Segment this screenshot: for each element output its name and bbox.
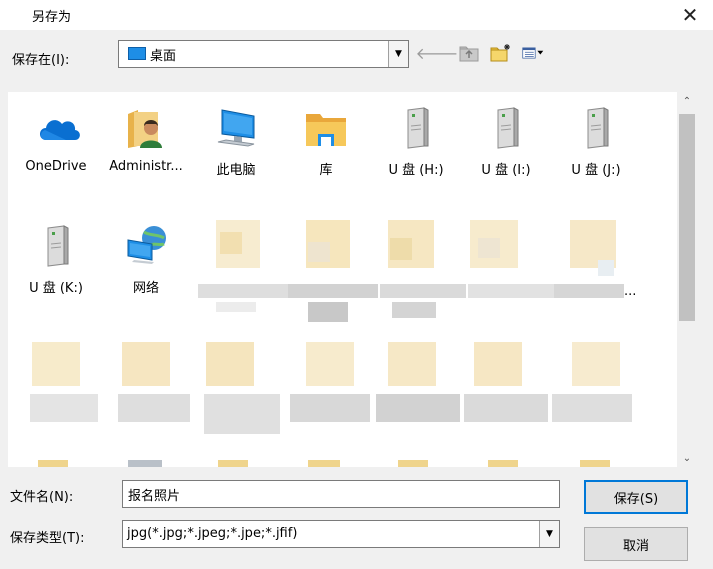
window-title: 另存为 (32, 10, 72, 25)
list-item[interactable]: U 盘 (J:) (553, 106, 639, 190)
scroll-down-icon[interactable]: ⌄ (677, 449, 697, 467)
list-item[interactable]: Administr... (103, 106, 189, 190)
list-item[interactable]: U 盘 (H:) (373, 106, 459, 190)
filename-label: 文件名(N): (10, 490, 74, 505)
scroll-thumb[interactable] (679, 114, 695, 321)
list-item[interactable]: U 盘 (I:) (463, 106, 549, 190)
file-label: U 盘 (H:) (388, 163, 444, 178)
file-label: 此电脑 (216, 163, 256, 178)
list-item[interactable]: U 盘 (K:) (13, 224, 99, 308)
filetype-label: 保存类型(T): (10, 531, 85, 546)
save-in-combo[interactable]: 桌面 ▼ (118, 40, 409, 68)
truncated-label: ... (624, 284, 637, 299)
new-folder-icon[interactable] (490, 43, 512, 63)
file-label: U 盘 (I:) (481, 163, 531, 178)
vertical-scrollbar[interactable]: ⌃ ⌄ (677, 92, 697, 467)
close-icon: ✕ (681, 3, 699, 27)
usb-drive-icon (407, 107, 429, 149)
up-folder-icon[interactable] (458, 43, 480, 63)
list-item[interactable]: OneDrive (13, 106, 99, 190)
close-button[interactable]: ✕ (667, 0, 713, 30)
file-label: Administr... (109, 159, 183, 174)
filename-input[interactable] (122, 480, 560, 508)
user-folder-icon (128, 110, 162, 148)
title-bar: 另存为 ✕ (0, 0, 713, 30)
scroll-up-icon[interactable]: ⌃ (677, 92, 697, 110)
back-icon[interactable]: 🡐 (416, 43, 459, 63)
save-in-value: 桌面 (150, 49, 177, 64)
chevron-down-icon[interactable]: ▼ (388, 41, 408, 67)
usb-drive-icon (497, 107, 519, 149)
desktop-icon (128, 47, 146, 60)
save-in-label: 保存在(I): (12, 53, 70, 68)
usb-drive-icon (47, 225, 69, 267)
network-icon (127, 226, 166, 264)
file-list[interactable]: OneDrive Administr... 此电脑 库 U 盘 (H:) U 盘… (8, 92, 697, 467)
file-label: U 盘 (K:) (29, 281, 83, 296)
usb-drive-icon (587, 107, 609, 149)
filetype-value: jpg(*.jpg;*.jpeg;*.jpe;*.jfif) (127, 526, 298, 541)
list-item[interactable]: 此电脑 (193, 106, 279, 190)
library-folder-icon (306, 114, 346, 146)
view-menu-icon[interactable] (522, 43, 544, 63)
filetype-select[interactable]: jpg(*.jpg;*.jpeg;*.jpe;*.jfif) ▼ (122, 520, 560, 548)
cancel-button[interactable]: 取消 (584, 527, 688, 561)
file-label: U 盘 (J:) (571, 163, 621, 178)
save-button[interactable]: 保存(S) (584, 480, 688, 514)
chevron-down-icon[interactable]: ▼ (539, 521, 559, 547)
file-label: OneDrive (25, 159, 87, 174)
file-label: 网络 (132, 281, 159, 296)
file-label: 库 (319, 163, 333, 178)
onedrive-icon (40, 120, 80, 140)
toolbar: 🡐 (416, 43, 544, 63)
list-item[interactable]: 库 (283, 106, 369, 190)
computer-icon (217, 109, 255, 147)
list-item[interactable]: 网络 (103, 224, 189, 308)
